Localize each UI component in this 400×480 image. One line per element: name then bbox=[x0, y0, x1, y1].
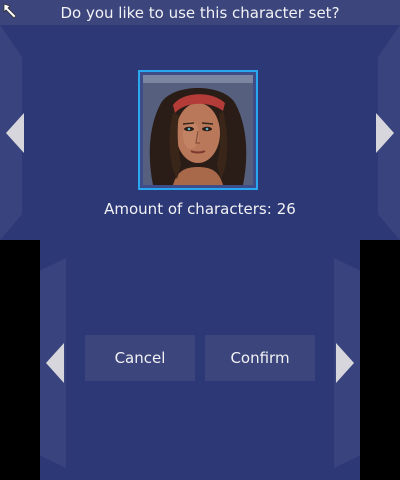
confirm-button[interactable]: Confirm bbox=[205, 335, 315, 381]
character-count: Amount of characters: 26 bbox=[0, 200, 400, 218]
character-portrait bbox=[143, 75, 253, 185]
dialog-header: Do you like to use this character set? bbox=[0, 0, 400, 25]
character-count-label: Amount of characters: bbox=[104, 200, 272, 218]
bottom-screen: Cancel Confirm bbox=[40, 240, 360, 480]
cancel-button[interactable]: Cancel bbox=[85, 335, 195, 381]
character-portrait-frame[interactable] bbox=[138, 70, 258, 190]
character-count-value: 26 bbox=[276, 200, 296, 218]
stylus-pointer-icon bbox=[3, 3, 17, 19]
arrow-right-icon[interactable] bbox=[336, 343, 354, 383]
arrow-left-icon[interactable] bbox=[6, 113, 24, 153]
top-screen: Do you like to use this character set? A… bbox=[0, 0, 400, 240]
arrow-right-icon[interactable] bbox=[376, 113, 394, 153]
dialog-question: Do you like to use this character set? bbox=[60, 3, 340, 22]
arrow-left-icon[interactable] bbox=[46, 343, 64, 383]
